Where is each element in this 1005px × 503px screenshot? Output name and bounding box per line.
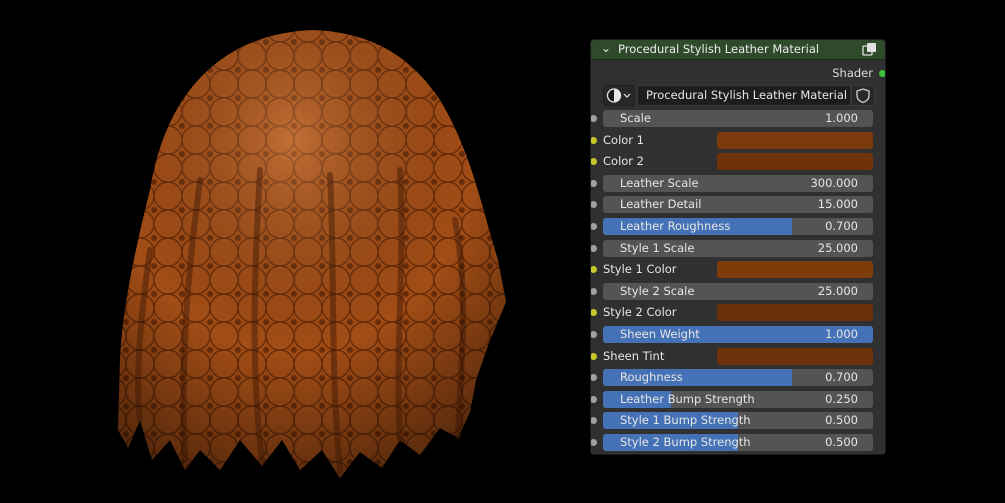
chevron-down-icon[interactable]: ⌄ (601, 41, 611, 55)
style-2-scale-socket[interactable] (591, 287, 597, 295)
color-2-color-swatch[interactable] (717, 153, 873, 171)
style-1-bump-strength-label: Style 1 Bump Strength (620, 413, 751, 428)
scale-field[interactable]: Scale 1.000 (603, 110, 873, 127)
fake-user-button[interactable] (851, 85, 875, 106)
sheen-weight-socket[interactable] (591, 331, 597, 338)
color-1-label: Color 1 (603, 132, 644, 147)
input-row-roughness: Roughness 0.700 (591, 369, 885, 387)
scale-value: 1.000 (825, 111, 858, 125)
style-1-scale-label: Style 1 Scale (620, 240, 695, 255)
style-2-scale-field[interactable]: Style 2 Scale 25.000 (603, 282, 873, 300)
leather-bump-strength-value: 0.250 (825, 391, 858, 406)
sheen-weight-field[interactable]: Sheen Weight 1.000 (603, 326, 873, 343)
sheen-tint-color-swatch[interactable] (717, 347, 873, 365)
node-group-panel[interactable]: ⌄ Procedural Stylish Leather Material Sh… (591, 40, 885, 454)
style-1-scale-value: 25.000 (817, 240, 858, 255)
style-2-bump-strength-socket[interactable] (591, 439, 597, 446)
input-row-leather-roughness: Leather Roughness 0.700 (591, 218, 885, 235)
leather-detail-field[interactable]: Leather Detail 15.000 (603, 196, 873, 214)
color-2-socket[interactable] (591, 158, 597, 166)
node-group-selector[interactable]: Procedural Stylish Leather Material (603, 85, 875, 106)
input-row-style-1-scale: Style 1 Scale 25.000 (591, 239, 885, 257)
style-1-bump-strength-field[interactable]: Style 1 Bump Strength 0.500 (603, 412, 873, 430)
leather-detail-label: Leather Detail (620, 197, 702, 212)
input-row-leather-bump-strength: Leather Bump Strength 0.250 (591, 390, 885, 408)
node-header[interactable]: ⌄ Procedural Stylish Leather Material (591, 40, 885, 60)
style-1-scale-socket[interactable] (591, 244, 597, 252)
leather-roughness-field[interactable]: Leather Roughness 0.700 (603, 218, 873, 235)
style-2-bump-strength-value: 0.500 (825, 435, 858, 449)
cloth (118, 30, 506, 478)
input-row-sheen-weight: Sheen Weight 1.000 (591, 326, 885, 343)
input-row-style-2-bump-strength: Style 2 Bump Strength 0.500 (591, 434, 885, 451)
input-row-sheen-tint: Sheen Tint (591, 347, 885, 365)
style-1-bump-strength-socket[interactable] (591, 417, 597, 425)
input-row-style-2-scale: Style 2 Scale 25.000 (591, 282, 885, 300)
sheen-weight-label: Sheen Weight (620, 327, 700, 341)
fake-user-shield-icon (856, 88, 870, 104)
style-2-scale-label: Style 2 Scale (620, 283, 695, 298)
style-1-color-color-swatch[interactable] (717, 261, 873, 279)
input-row-style-1-bump-strength: Style 1 Bump Strength 0.500 (591, 412, 885, 430)
style-1-bump-strength-value: 0.500 (825, 413, 858, 428)
roughness-socket[interactable] (591, 374, 597, 382)
style-2-color-color-swatch[interactable] (717, 304, 873, 322)
style-2-color-label: Style 2 Color (603, 305, 677, 320)
style-2-scale-value: 25.000 (817, 283, 858, 298)
leather-roughness-socket[interactable] (591, 223, 597, 230)
color-2-label: Color 2 (603, 154, 644, 169)
input-row-style-2-color: Style 2 Color (591, 304, 885, 322)
color-1-socket[interactable] (591, 136, 597, 144)
roughness-field[interactable]: Roughness 0.700 (603, 369, 873, 387)
shader-output-socket[interactable] (879, 70, 885, 77)
style-2-color-socket[interactable] (591, 309, 597, 317)
scale-socket[interactable] (591, 115, 597, 122)
roughness-value: 0.700 (825, 370, 858, 385)
leather-roughness-value: 0.700 (825, 219, 858, 233)
node-group-icon[interactable] (862, 42, 877, 56)
style-2-bump-strength-field[interactable]: Style 2 Bump Strength 0.500 (603, 434, 873, 451)
roughness-label: Roughness (620, 370, 683, 385)
group-name-field[interactable]: Procedural Stylish Leather Material (637, 85, 851, 106)
style-1-scale-field[interactable]: Style 1 Scale 25.000 (603, 239, 873, 257)
style-1-color-label: Style 1 Color (603, 262, 677, 277)
leather-scale-socket[interactable] (591, 179, 597, 187)
input-row-scale: Scale 1.000 (591, 110, 885, 127)
leather-bump-strength-field[interactable]: Leather Bump Strength 0.250 (603, 390, 873, 408)
node-title: Procedural Stylish Leather Material (618, 42, 820, 56)
group-name-text: Procedural Stylish Leather Material (646, 88, 848, 102)
leather-scale-label: Leather Scale (620, 175, 699, 190)
leather-detail-socket[interactable] (591, 201, 597, 209)
leather-roughness-label: Leather Roughness (620, 219, 731, 233)
scale-label: Scale (620, 111, 651, 125)
leather-bump-strength-socket[interactable] (591, 395, 597, 403)
style-1-color-socket[interactable] (591, 266, 597, 274)
material-browse-button[interactable] (603, 85, 635, 106)
color-1-color-swatch[interactable] (717, 131, 873, 149)
shader-output-label: Shader (832, 66, 873, 80)
leather-scale-value: 300.000 (810, 175, 858, 190)
input-row-style-1-color: Style 1 Color (591, 261, 885, 279)
sheen-weight-value: 1.000 (825, 327, 858, 341)
sheen-tint-label: Sheen Tint (603, 348, 665, 363)
material-ball-icon (606, 88, 631, 103)
leather-scale-field[interactable]: Leather Scale 300.000 (603, 174, 873, 192)
input-row-color-2: Color 2 (591, 153, 885, 171)
input-row-leather-detail: Leather Detail 15.000 (591, 196, 885, 214)
style-2-bump-strength-label: Style 2 Bump Strength (620, 435, 751, 449)
leather-bump-strength-label: Leather Bump Strength (620, 391, 755, 406)
leather-detail-value: 15.000 (817, 197, 858, 212)
shader-output: Shader (591, 65, 885, 81)
input-row-color-1: Color 1 (591, 131, 885, 149)
input-row-leather-scale: Leather Scale 300.000 (591, 174, 885, 192)
sheen-tint-socket[interactable] (591, 352, 597, 360)
